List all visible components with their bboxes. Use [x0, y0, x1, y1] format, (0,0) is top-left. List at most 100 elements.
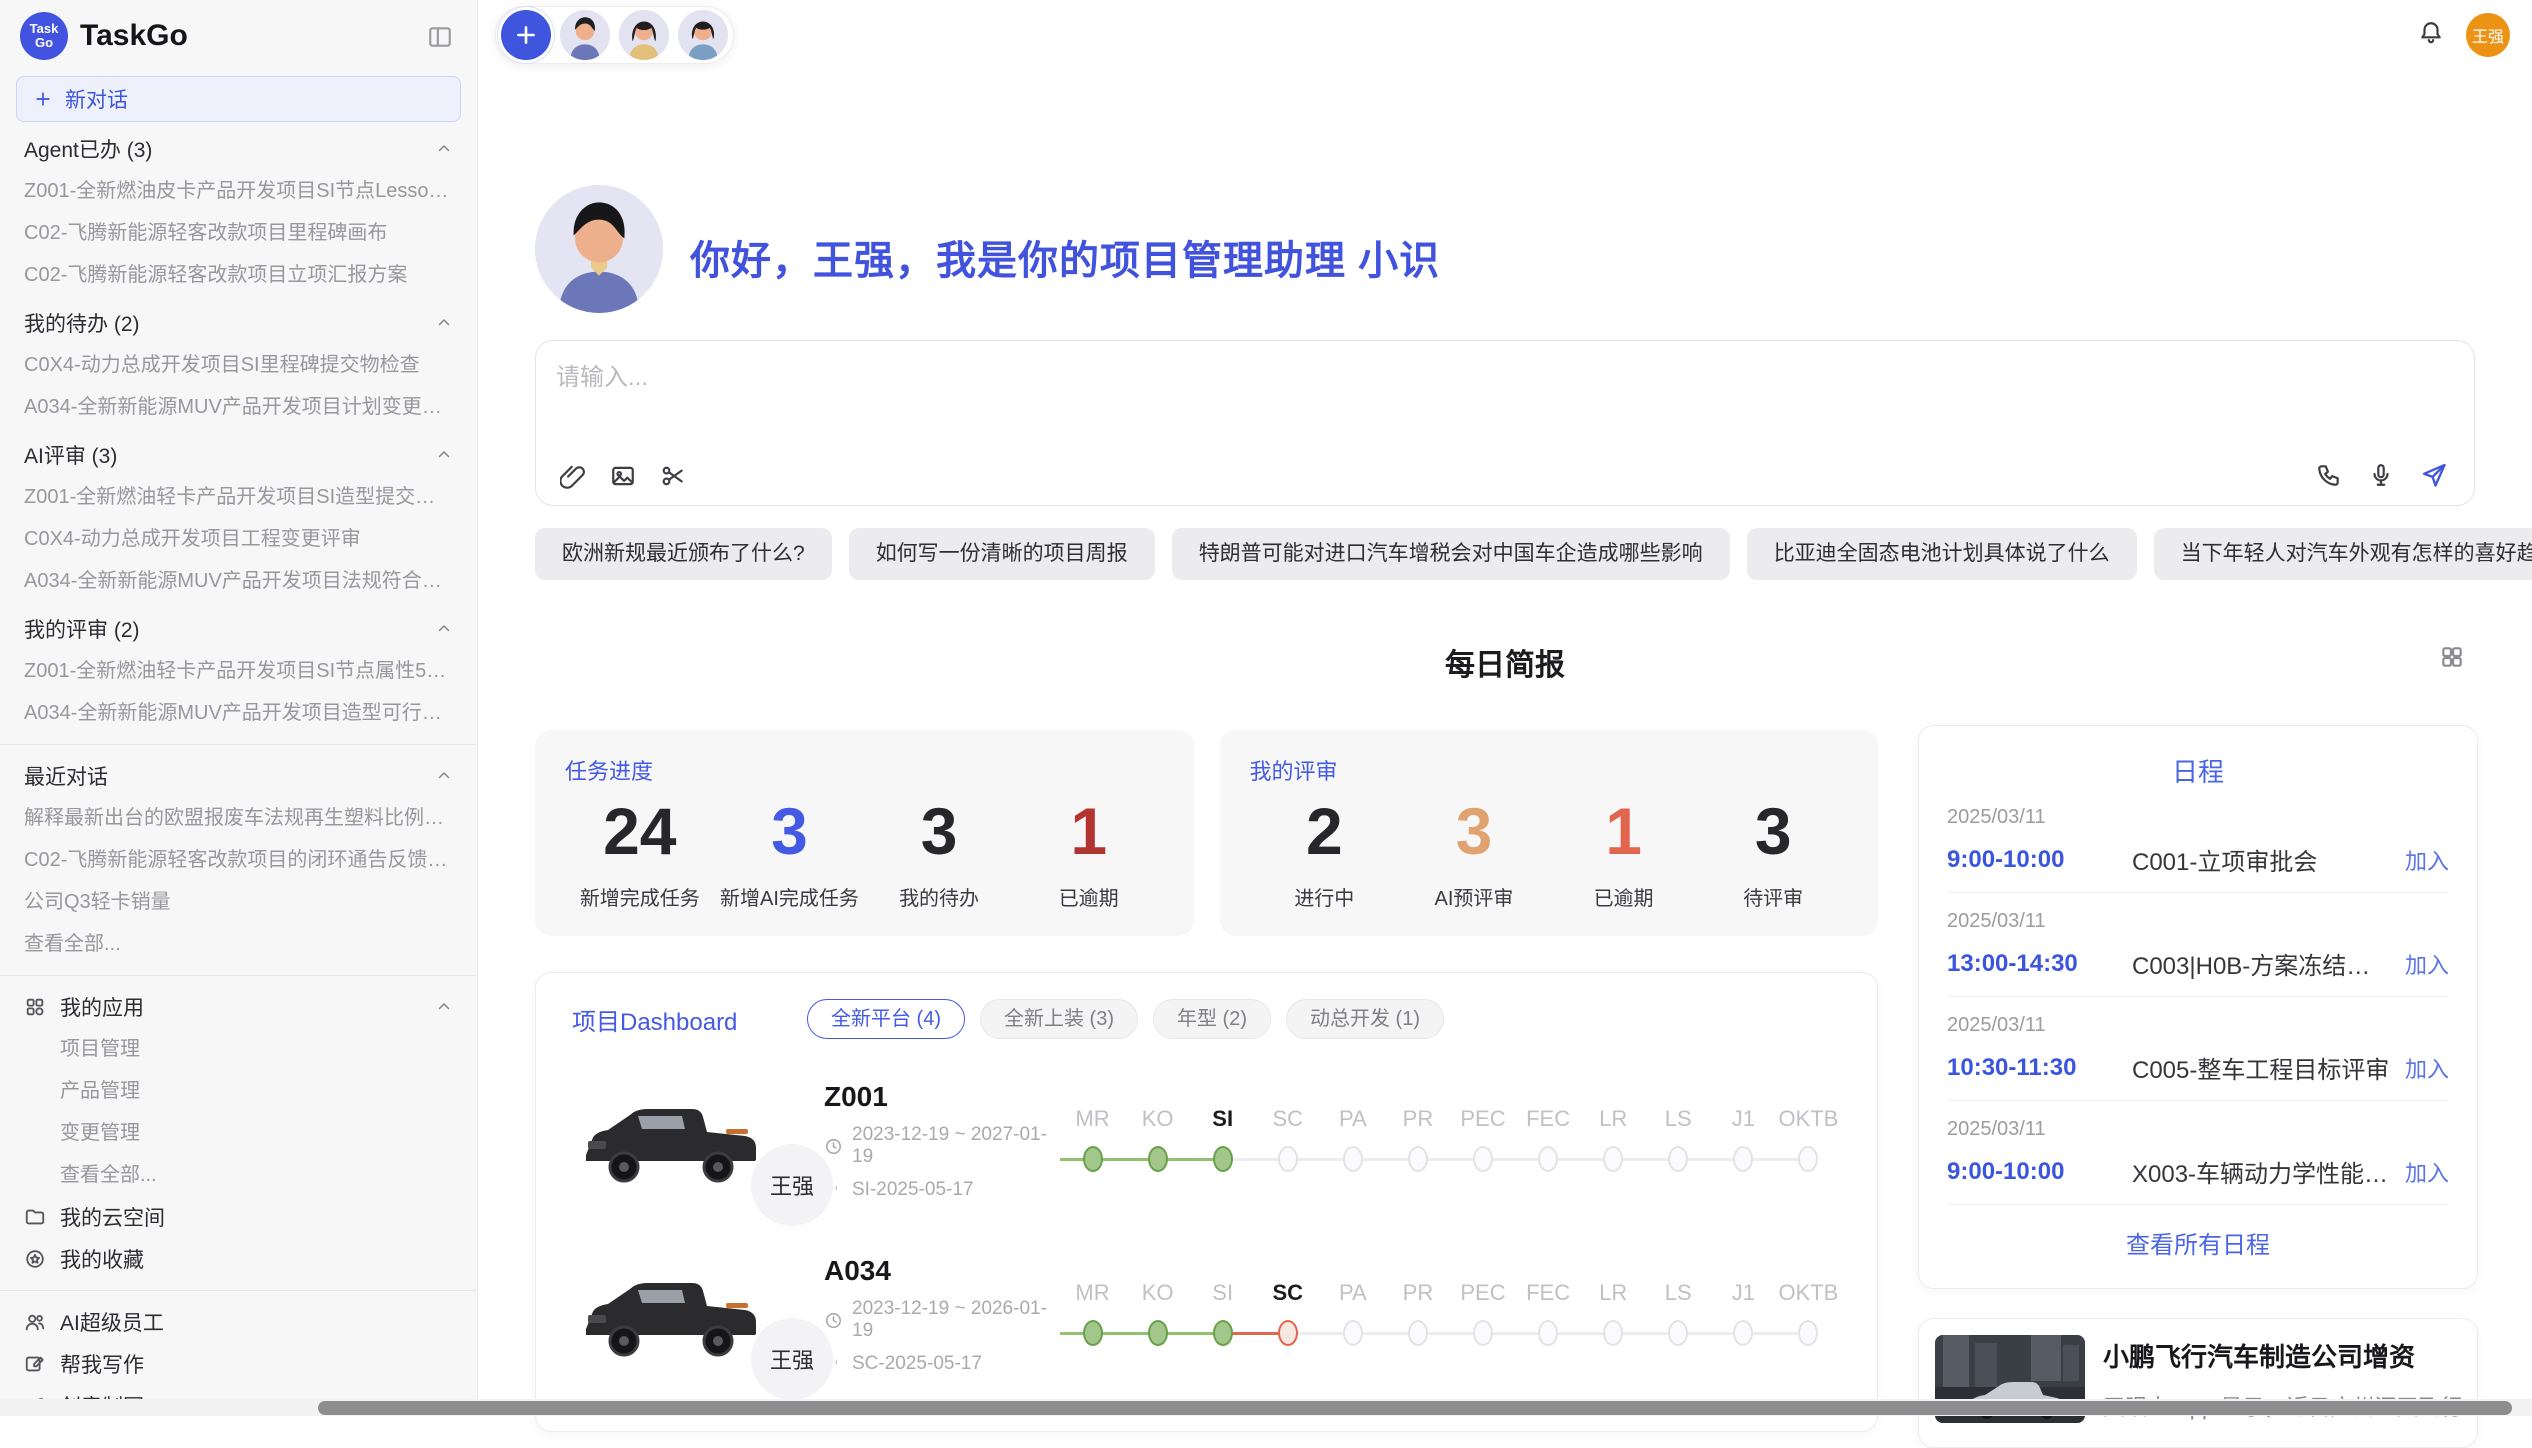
join-link[interactable]: 加入 — [2405, 844, 2449, 876]
task-item[interactable]: C0X4-动力总成开发项目SI里程碑提交物检查 — [0, 344, 477, 386]
recent-item[interactable]: 公司Q3轻卡销量 — [0, 881, 477, 923]
grid-switch-icon[interactable] — [2439, 644, 2465, 670]
milestone-dot — [1343, 1146, 1363, 1172]
agent-avatar[interactable] — [560, 10, 610, 60]
stat-in-progress: 2 进行中 — [1250, 794, 1400, 911]
suggestion-chip[interactable]: 如何写一份清晰的项目周报 — [849, 528, 1155, 580]
join-link[interactable]: 加入 — [2405, 1156, 2449, 1188]
sidebar-item-my-apps[interactable]: 我的应用 — [0, 986, 477, 1028]
sidebar: Task Go TaskGo 新对话 Agent已办 (3) Z001-全新燃油… — [0, 0, 478, 1416]
join-link[interactable]: 加入 — [2405, 948, 2449, 980]
task-item[interactable]: A034-全新新能源MUV产品开发项目计划变更表编写 — [0, 386, 477, 428]
section-header-ai-review[interactable]: AI评审 (3) — [0, 434, 477, 476]
task-item[interactable]: Z001-全新燃油轻卡产品开发项目SI造型提交物评审 — [0, 476, 477, 518]
milestone-track: MR KO SI SC PA PR PEC FEC LR LS J1 OKTB — [1060, 1106, 1841, 1176]
chevron-up-icon[interactable] — [435, 767, 453, 785]
chevron-up-icon[interactable] — [435, 140, 453, 158]
task-item[interactable]: C02-飞腾新能源轻客改款项目立项汇报方案 — [0, 254, 477, 296]
user-avatar[interactable]: 王强 — [2466, 13, 2510, 57]
chevron-up-icon[interactable] — [435, 446, 453, 464]
task-item[interactable]: Z001-全新燃油轻卡产品开发项目SI节点属性5D文件评审 — [0, 650, 477, 692]
suggestion-chip[interactable]: 特朗普可能对进口汽车增税会对中国车企造成哪些影响 — [1172, 528, 1730, 580]
app-item-project-mgmt[interactable]: 项目管理 — [0, 1028, 477, 1070]
section-my-apps: 我的应用 项目管理 产品管理 变更管理 查看全部... — [0, 986, 477, 1196]
milestone: PEC — [1450, 1106, 1515, 1176]
milestone-dot — [1538, 1146, 1558, 1172]
suggestion-chip[interactable]: 当下年轻人对汽车外观有怎样的喜好趋势 — [2154, 528, 2532, 580]
section-header-recent[interactable]: 最近对话 — [0, 755, 477, 797]
milestone: SC — [1255, 1106, 1320, 1176]
new-chat-button[interactable]: 新对话 — [16, 76, 461, 122]
section-header-my-todo[interactable]: 我的待办 (2) — [0, 302, 477, 344]
milestone: MR — [1060, 1106, 1125, 1176]
milestone-dot — [1473, 1146, 1493, 1172]
milestone: PR — [1385, 1106, 1450, 1176]
horizontal-scrollbar-thumb[interactable] — [318, 1401, 2512, 1415]
sidebar-item-label: AI超级员工 — [60, 1307, 453, 1337]
filter-tab-new-platform[interactable]: 全新平台 (4) — [807, 999, 965, 1039]
send-icon[interactable] — [2420, 461, 2448, 489]
task-item[interactable]: C0X4-动力总成开发项目工程变更评审 — [0, 518, 477, 560]
app-item-change-mgmt[interactable]: 变更管理 — [0, 1112, 477, 1154]
section-label: Agent已办 (3) — [24, 134, 435, 164]
add-agent-button[interactable] — [501, 10, 551, 60]
section-header-my-review[interactable]: 我的评审 (2) — [0, 608, 477, 650]
sidebar-toggle-icon[interactable] — [427, 24, 453, 50]
agent-avatar[interactable] — [678, 10, 728, 60]
milestone-dot — [1798, 1146, 1818, 1172]
filter-tab-new-body[interactable]: 全新上装 (3) — [980, 999, 1138, 1039]
paperclip-icon[interactable] — [560, 463, 586, 489]
filter-tab-model-year[interactable]: 年型 (2) — [1153, 999, 1271, 1039]
task-item[interactable]: C02-飞腾新能源轻客改款项目里程碑画布 — [0, 212, 477, 254]
view-all-schedule-link[interactable]: 查看所有日程 — [1947, 1205, 2449, 1280]
milestone-dot — [1408, 1146, 1428, 1172]
recent-item[interactable]: C02-飞腾新能源轻客改款项目的闭环通告反馈情况 — [0, 839, 477, 881]
card-title: 我的评审 — [1250, 754, 1849, 786]
project-row[interactable]: 王强 A034 2023-12-19 ~ 2026-01-19 SC-2025-… — [536, 1243, 1877, 1387]
schedule-time: 9:00-10:00 — [1947, 846, 2132, 874]
horizontal-scrollbar-track[interactable] — [0, 1399, 2532, 1416]
app-item-product-mgmt[interactable]: 产品管理 — [0, 1070, 477, 1112]
milestone-dot — [1798, 1320, 1818, 1346]
sidebar-item-help-me-write[interactable]: 帮我写作 — [0, 1343, 477, 1385]
task-item[interactable]: A034-全新新能源MUV产品开发项目造型可行性评审 — [0, 692, 477, 734]
chevron-up-icon[interactable] — [435, 998, 453, 1016]
schedule-item: 2025/03/11 9:00-10:00 X003-车辆动力学性能验... 加… — [1947, 1101, 2449, 1204]
app-item-view-all[interactable]: 查看全部... — [0, 1154, 477, 1196]
recent-item-view-all[interactable]: 查看全部... — [0, 923, 477, 965]
milestone-dot — [1473, 1320, 1493, 1346]
schedule-title: 日程 — [1947, 752, 2449, 789]
recent-item[interactable]: 解释最新出台的欧盟报废车法规再生塑料比例被调至15%... — [0, 797, 477, 839]
task-item[interactable]: Z001-全新燃油皮卡产品开发项目SI节点Lesson Learn报告 — [0, 170, 477, 212]
microphone-icon[interactable] — [2368, 462, 2394, 488]
image-icon[interactable] — [610, 463, 636, 489]
task-item[interactable]: A034-全新新能源MUV产品开发项目法规符合性评审 — [0, 560, 477, 602]
section-header-agent-done[interactable]: Agent已办 (3) — [0, 128, 477, 170]
agent-avatar[interactable] — [619, 10, 669, 60]
schedule-date: 2025/03/11 — [1947, 806, 2449, 829]
divider — [0, 975, 477, 976]
chat-input[interactable] — [556, 357, 1956, 429]
chevron-up-icon[interactable] — [435, 314, 453, 332]
sidebar-item-cloud-space[interactable]: 我的云空间 — [0, 1196, 477, 1238]
sidebar-item-ai-super-staff[interactable]: AI超级员工 — [0, 1301, 477, 1343]
news-card[interactable]: 小鹏飞行汽车制造公司增资 天眼查 App 显示，近日广州汇天飞行汽... — [1918, 1318, 2478, 1448]
stat-pending-review: 3 待评审 — [1698, 794, 1848, 911]
star-badge-icon — [24, 1248, 46, 1270]
suggestion-chip[interactable]: 欧洲新规最近颁布了什么? — [535, 528, 832, 580]
filter-tab-powertrain[interactable]: 动总开发 (1) — [1286, 999, 1444, 1039]
chevron-up-icon[interactable] — [435, 620, 453, 638]
phone-icon[interactable] — [2316, 462, 2342, 488]
join-link[interactable]: 加入 — [2405, 1052, 2449, 1084]
scissors-icon[interactable] — [660, 463, 686, 489]
notification-bell-icon[interactable] — [2418, 20, 2444, 46]
milestone-dot — [1148, 1320, 1168, 1346]
milestone: J1 — [1711, 1280, 1776, 1350]
project-row[interactable]: 王强 Z001 2023-12-19 ~ 2027-01-19 SI-2025-… — [536, 1069, 1877, 1213]
sidebar-item-favorites[interactable]: 我的收藏 — [0, 1238, 477, 1280]
dashboard-header: 项目Dashboard 全新平台 (4) 全新上装 (3) 年型 (2) 动总开… — [536, 999, 1877, 1039]
schedule-time: 9:00-10:00 — [1947, 1158, 2132, 1186]
suggestion-chip[interactable]: 比亚迪全固态电池计划具体说了什么 — [1747, 528, 2137, 580]
project-vehicle-image: 王强 — [576, 1089, 766, 1193]
milestone: KO — [1125, 1280, 1190, 1350]
